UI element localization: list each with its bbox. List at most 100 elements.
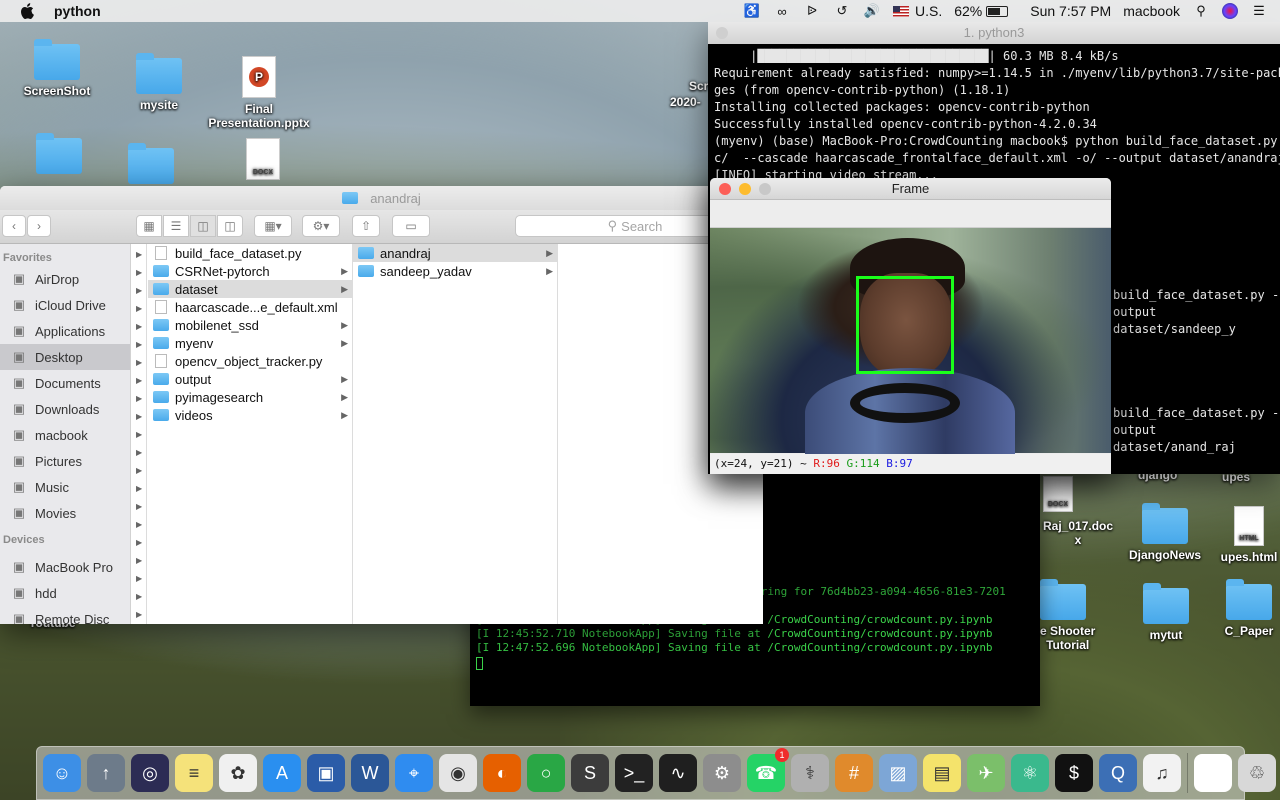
photos-icon[interactable]: ✿: [219, 754, 257, 792]
launchpad-icon[interactable]: ↑: [87, 754, 125, 792]
back-button[interactable]: ‹: [2, 215, 26, 237]
apple-menu-icon[interactable]: [20, 3, 34, 19]
link-icon[interactable]: ∞: [773, 3, 791, 19]
scroll-column-arrows: ▶ ▶ ▶ ▶ ▶ ▶ ▶ ▶ ▶ ▶ ▶ ▶ ▶ ▶ ▶ ▶ ▶ ▶ ▶ ▶ ▶: [131, 244, 147, 624]
whatsapp-icon[interactable]: ☎ 1: [747, 748, 789, 792]
close-button[interactable]: [719, 183, 731, 195]
itunes-icon[interactable]: ♫: [1143, 754, 1181, 792]
minimize-button[interactable]: [739, 183, 751, 195]
sidebar-item-music[interactable]: ▣ Music: [0, 474, 130, 500]
sidebar-item-airdrop[interactable]: ▣ AirDrop: [0, 266, 130, 292]
folder-row[interactable]: myenv ▶: [148, 334, 352, 352]
zoom-button[interactable]: [759, 183, 771, 195]
activity-monitor-icon[interactable]: ∿: [659, 754, 697, 792]
folder-row[interactable]: mobilenet_ssd ▶: [148, 316, 352, 334]
word-icon[interactable]: W: [351, 754, 389, 792]
close-button[interactable]: [716, 27, 728, 39]
time-machine-icon[interactable]: ↺: [833, 3, 851, 19]
column-view-button[interactable]: ◫: [190, 215, 216, 237]
spinner-icon[interactable]: ○: [527, 754, 565, 792]
icon-view-button[interactable]: ▦: [136, 215, 162, 237]
sidebar-item-icloud-drive[interactable]: ▣ iCloud Drive: [0, 292, 130, 318]
sidebar-item-documents[interactable]: ▣ Documents: [0, 370, 130, 396]
sidebar-item-hdd[interactable]: ▣ hdd: [0, 580, 130, 606]
search-placeholder: Search: [621, 218, 663, 234]
desktop-icon-folder[interactable]: [96, 143, 206, 188]
folder-row[interactable]: pyimagesearch ▶: [148, 388, 352, 406]
accessibility-icon[interactable]: ♿: [743, 3, 761, 19]
notification-center-icon[interactable]: ☰: [1250, 3, 1268, 19]
user-name[interactable]: macbook: [1123, 3, 1180, 19]
siri-icon[interactable]: ◎: [131, 754, 169, 792]
quicktime-icon[interactable]: Q: [1099, 754, 1137, 792]
file-row[interactable]: build_face_dataset.py: [148, 244, 352, 262]
desktop-icon-final-presentation[interactable]: Final Presentation.pptx: [204, 56, 314, 130]
folder-row[interactable]: output ▶: [148, 370, 352, 388]
share-button[interactable]: ⇧: [352, 215, 380, 237]
file-row[interactable]: opencv_object_tracker.py: [148, 352, 352, 370]
maps-icon[interactable]: ✈: [967, 754, 1005, 792]
desktop-icon-raj-docx[interactable]: DOCX: [1043, 476, 1073, 516]
clock[interactable]: Sun 7:57 PM: [1030, 3, 1111, 19]
battery-icon[interactable]: [986, 5, 1009, 17]
list-view-button[interactable]: ☰: [163, 215, 189, 237]
document-icon[interactable]: [1194, 754, 1232, 792]
volume-icon[interactable]: 🔊: [863, 3, 881, 19]
iterm-icon[interactable]: $: [1055, 754, 1093, 792]
tags-button[interactable]: ▭: [392, 215, 430, 237]
cover-flow-button[interactable]: ◫: [217, 215, 243, 237]
stickies-icon[interactable]: ▤: [923, 754, 961, 792]
battery-percent[interactable]: 62%: [954, 3, 982, 19]
trash-icon[interactable]: ♲: [1238, 754, 1276, 792]
terminal-icon[interactable]: >_: [615, 754, 653, 792]
flag-icon[interactable]: [892, 5, 909, 17]
sublime-icon[interactable]: S: [571, 754, 609, 792]
item-name: build_face_dataset.py: [175, 245, 302, 261]
folder-row[interactable]: CSRNet-pytorch ▶: [148, 262, 352, 280]
atom-icon[interactable]: ⚛: [1011, 754, 1049, 792]
system-preferences-icon[interactable]: ⚙: [703, 754, 741, 792]
sidebar-item-macbook[interactable]: ▣ macbook: [0, 422, 130, 448]
sidebar-item-pictures[interactable]: ▣ Pictures: [0, 448, 130, 474]
finder-window[interactable]: anandraj ‹ › ▦ ☰ ◫ ◫ ▦▾ ⚙▾ ⇧ ▭ ⚲ Search …: [0, 186, 763, 624]
forward-button[interactable]: ›: [27, 215, 51, 237]
finder-icon[interactable]: ☺: [43, 754, 81, 792]
action-gear-button[interactable]: ⚙▾: [302, 215, 340, 237]
firefox-icon[interactable]: ◐: [483, 754, 521, 792]
notes-icon[interactable]: ≡: [175, 754, 213, 792]
app-name[interactable]: python: [54, 3, 101, 19]
folder-row[interactable]: sandeep_yadav ▶: [353, 262, 557, 280]
desktop-icon-folder[interactable]: [1040, 579, 1086, 624]
sidebar-item-macbook-pro[interactable]: ▣ MacBook Pro: [0, 554, 130, 580]
sidebar-item-movies[interactable]: ▣ Movies: [0, 500, 130, 526]
folder-row[interactable]: videos ▶: [148, 406, 352, 424]
file-row[interactable]: haarcascade...e_default.xml: [148, 298, 352, 316]
sidebar-item-desktop[interactable]: ▣ Desktop: [0, 344, 130, 370]
bluetooth-icon[interactable]: ᐉ: [803, 3, 821, 19]
sidebar-item-applications[interactable]: ▣ Applications: [0, 318, 130, 344]
sidebar-item-remote-disc[interactable]: ▣ Remote Disc: [0, 606, 130, 624]
safari-icon[interactable]: ⌖: [395, 754, 433, 792]
frame-window[interactable]: Frame (x=24, y=21) ~ R:96 G:114 B:97: [710, 178, 1111, 474]
sidebar-item-downloads[interactable]: ▣ Downloads: [0, 396, 130, 422]
sidebar-item-label: Pictures: [35, 453, 82, 469]
desktop-icon-c-paper[interactable]: C_Paper: [1194, 579, 1280, 638]
desktop-icon-docx[interactable]: DOCX: [208, 138, 318, 184]
chrome-icon[interactable]: ◉: [439, 754, 477, 792]
desktop-icon-screenshot[interactable]: ScreenShot: [2, 39, 112, 98]
spotlight-search-icon[interactable]: ⚲: [1192, 3, 1210, 19]
desktop-icon-upes-html[interactable]: HTML upes.html: [1194, 506, 1280, 564]
webcam-feed[interactable]: [710, 228, 1111, 458]
folder-row[interactable]: anandraj ▶: [353, 244, 557, 262]
disk-utility-icon[interactable]: ⚕: [791, 754, 829, 792]
virtualbox-icon[interactable]: ▣: [307, 754, 345, 792]
preview-icon[interactable]: ▨: [879, 754, 917, 792]
siri-menu-icon[interactable]: [1222, 3, 1238, 19]
notification-badge: 1: [775, 748, 789, 762]
calculator-icon[interactable]: #: [835, 754, 873, 792]
arrange-button[interactable]: ▦▾: [254, 215, 292, 237]
desktop-icon-mysite[interactable]: mysite: [104, 53, 214, 112]
folder-row[interactable]: dataset ▶: [148, 280, 352, 298]
app-store-icon[interactable]: A: [263, 754, 301, 792]
input-source[interactable]: U.S.: [915, 3, 942, 19]
